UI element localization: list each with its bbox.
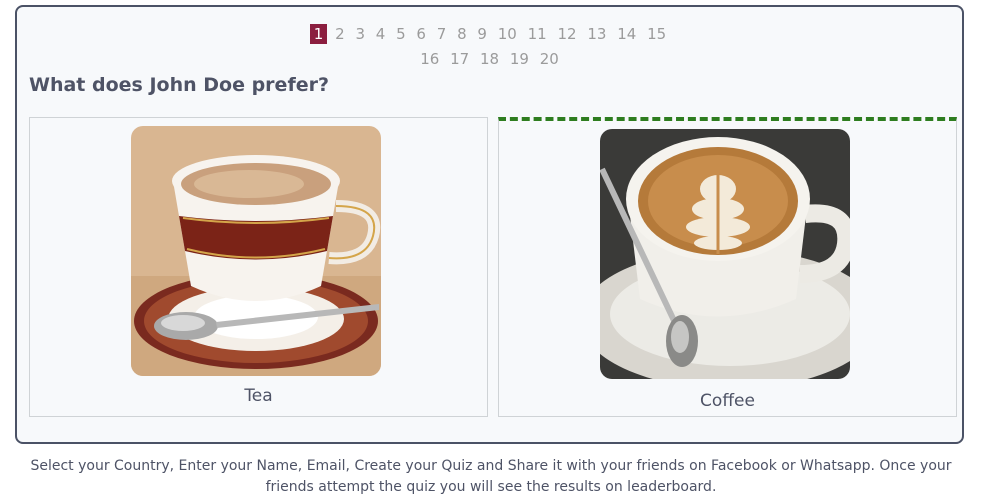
page-4[interactable]: 4	[373, 22, 389, 47]
option-coffee[interactable]: Coffee	[498, 117, 957, 417]
page-15[interactable]: 15	[644, 22, 669, 47]
page-7[interactable]: 7	[434, 22, 450, 47]
page-9[interactable]: 9	[474, 22, 490, 47]
option-label-coffee: Coffee	[700, 391, 755, 411]
page-11[interactable]: 11	[525, 22, 550, 47]
page-5[interactable]: 5	[393, 22, 409, 47]
tea-cup-image[interactable]	[131, 126, 381, 376]
page-2[interactable]: 2	[332, 22, 348, 47]
pager-row-2: 16 17 18 19 20	[17, 47, 962, 72]
option-label-tea: Tea	[244, 386, 273, 406]
question-text: What does John Doe prefer?	[29, 74, 329, 96]
page-1[interactable]: 1	[309, 24, 328, 44]
page-16[interactable]: 16	[417, 47, 442, 72]
page-17[interactable]: 17	[447, 47, 472, 72]
page-19[interactable]: 19	[507, 47, 532, 72]
page-14[interactable]: 14	[614, 22, 639, 47]
page-8[interactable]: 8	[454, 22, 470, 47]
page-12[interactable]: 12	[554, 22, 579, 47]
quiz-card: 1 2 3 4 5 6 7 8 9 10 11 12 13 14 15 16 1…	[15, 5, 964, 444]
page-13[interactable]: 13	[584, 22, 609, 47]
option-tea[interactable]: Tea	[29, 117, 488, 417]
latte-art-coffee-image[interactable]	[600, 129, 850, 379]
pager-row-1: 1 2 3 4 5 6 7 8 9 10 11 12 13 14 15	[17, 22, 962, 47]
page-10[interactable]: 10	[495, 22, 520, 47]
instructions-text: Select your Country, Enter your Name, Em…	[30, 458, 952, 495]
page-3[interactable]: 3	[352, 22, 368, 47]
page-20[interactable]: 20	[537, 47, 562, 72]
page-18[interactable]: 18	[477, 47, 502, 72]
page-6[interactable]: 6	[413, 22, 429, 47]
question-pager: 1 2 3 4 5 6 7 8 9 10 11 12 13 14 15 16 1…	[17, 22, 962, 72]
